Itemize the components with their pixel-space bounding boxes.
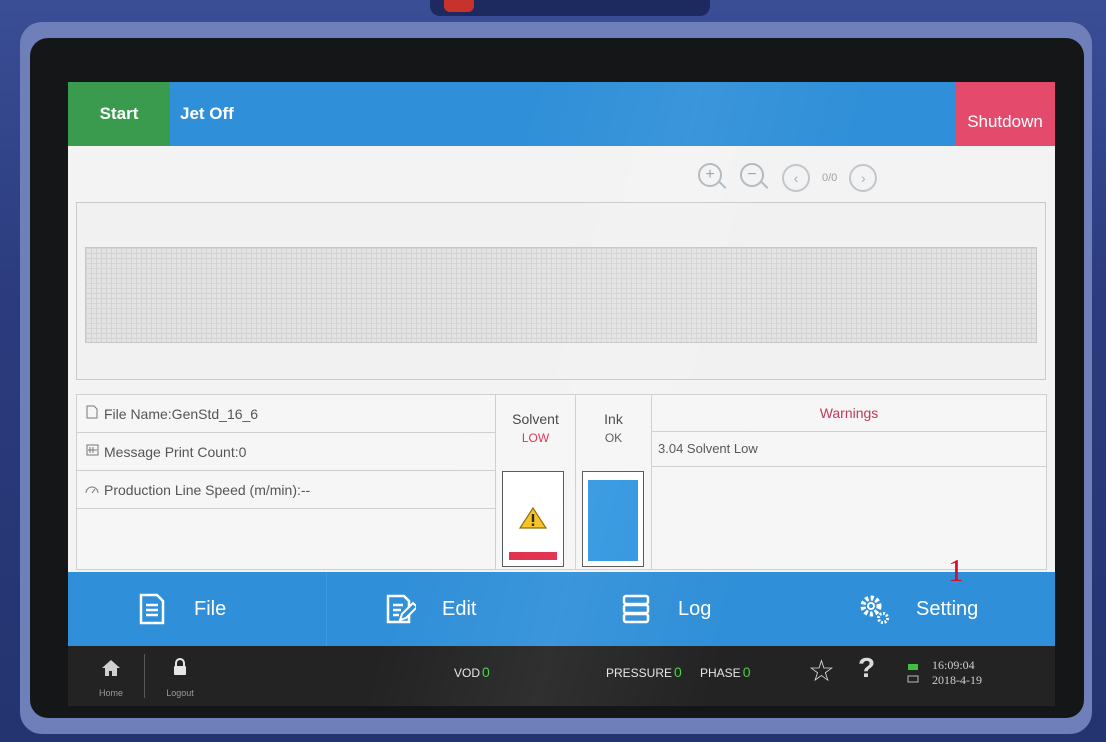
clock: 16:09:04 2018-4-19 <box>932 658 982 688</box>
line-speed-row: Production Line Speed (m/min):-- <box>77 471 495 509</box>
help-icon[interactable]: ? <box>858 652 875 684</box>
lock-icon <box>174 658 186 675</box>
nav-divider <box>326 572 327 646</box>
status-divider <box>144 654 145 698</box>
brand-logo <box>430 0 710 16</box>
zoom-in-icon[interactable]: + <box>698 163 728 193</box>
ink-level-fill <box>588 480 638 561</box>
ink-title: Ink <box>604 411 623 427</box>
warning-item[interactable]: 3.04 Solvent Low <box>652 432 1046 467</box>
touch-screen: Start Jet Off Shutdown + − ‹ 0/0 › File … <box>68 82 1055 706</box>
file-label: File <box>194 597 227 620</box>
message-preview[interactable] <box>76 202 1046 380</box>
home-button[interactable]: Home <box>84 652 138 700</box>
file-icon <box>85 405 99 422</box>
line-speed-text: Production Line Speed (m/min):-- <box>104 481 311 498</box>
edit-button[interactable]: Edit <box>384 572 476 646</box>
file-button[interactable]: File <box>136 572 226 646</box>
zoom-out-icon[interactable]: − <box>740 163 770 193</box>
pressure-label: PRESSURE <box>606 666 673 680</box>
file-name-row: File Name:GenStd_16_6 <box>77 395 495 433</box>
annotation-marker: 1 <box>948 552 964 588</box>
warnings-panel: Warnings 3.04 Solvent Low <box>652 394 1047 570</box>
edit-label: Edit <box>442 597 477 620</box>
solvent-title: Solvent <box>512 411 559 427</box>
home-icon <box>102 660 120 676</box>
print-count-row: Message Print Count:0 <box>77 433 495 471</box>
print-grid <box>85 247 1037 343</box>
log-button[interactable]: Log <box>620 572 711 646</box>
phase-label: PHASE <box>700 666 741 680</box>
status-bar: Home Logout VOD 0 PRESSURE 0 PHASE 0 ☆ ? 16… <box>68 646 1055 706</box>
network-icon <box>907 664 919 683</box>
warning-icon <box>519 506 547 529</box>
solvent-status: Solvent LOW <box>496 394 576 570</box>
solvent-level-bar <box>509 552 557 560</box>
pressure-meter: PRESSURE 0 <box>606 664 682 680</box>
vod-meter: VOD 0 <box>454 664 490 680</box>
ink-state: OK <box>604 431 623 445</box>
setting-label: Setting <box>916 597 979 620</box>
page-indicator: 0/0 <box>822 172 838 184</box>
counter-icon <box>85 444 99 459</box>
date-text: 2018-4-19 <box>932 673 982 687</box>
warnings-title: Warnings <box>652 395 1046 432</box>
bottom-nav: File Edit Log Setting <box>68 572 1055 646</box>
logout-button[interactable]: Logout <box>150 652 210 700</box>
speedometer-icon <box>85 482 99 497</box>
log-label: Log <box>678 597 712 620</box>
start-button[interactable]: Start <box>68 82 170 146</box>
jet-status-label: Jet Off <box>180 104 234 123</box>
previous-page-icon[interactable]: ‹ <box>782 164 810 192</box>
preview-toolbar: + − ‹ 0/0 › <box>698 160 878 196</box>
edit-icon <box>386 594 416 624</box>
ink-status: Ink OK <box>576 394 652 570</box>
vod-value: 0 <box>482 664 490 680</box>
shutdown-button[interactable]: Shutdown <box>955 82 1055 146</box>
logout-label: Logout <box>166 688 194 698</box>
ink-tank[interactable] <box>582 471 644 567</box>
time-text: 16:09:04 <box>932 658 975 672</box>
favorite-star-icon[interactable]: ☆ <box>808 654 835 689</box>
vod-label: VOD <box>454 666 481 680</box>
phase-value: 0 <box>742 664 751 680</box>
pressure-value: 0 <box>674 664 682 680</box>
file-name-text: File Name:GenStd_16_6 <box>104 405 259 422</box>
top-bar: Start Jet Off Shutdown <box>68 82 1055 146</box>
gear-icon <box>860 595 889 624</box>
info-panel: File Name:GenStd_16_6 Message Print Coun… <box>76 394 496 570</box>
solvent-tank[interactable] <box>502 471 564 567</box>
document-icon <box>139 593 165 625</box>
phase-meter: PHASE 0 <box>700 664 750 680</box>
print-count-text: Message Print Count:0 <box>104 443 247 460</box>
log-icon <box>622 594 650 624</box>
next-page-icon[interactable]: › <box>849 164 878 192</box>
solvent-state: LOW <box>521 431 550 445</box>
home-label: Home <box>98 688 123 698</box>
